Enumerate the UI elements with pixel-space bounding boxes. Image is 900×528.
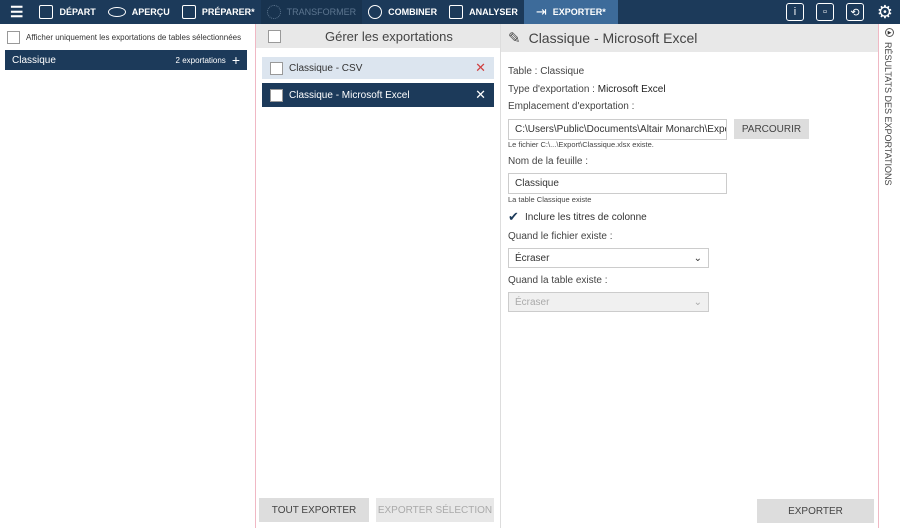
chevron-down-icon: ⌄ xyxy=(693,252,702,264)
tab-combiner[interactable]: COMBINER xyxy=(362,0,443,24)
table-label: Table : Classique xyxy=(508,66,585,77)
filter-checkbox-row[interactable]: Afficher uniquement les exportations de … xyxy=(7,31,241,44)
pencil-icon[interactable]: ✎ xyxy=(508,29,521,47)
manage-exports-panel: Gérer les exportations Classique - CSV ✕… xyxy=(256,24,501,528)
panel-title: Gérer les exportations xyxy=(325,28,453,44)
tab-transformer: TRANSFORMER xyxy=(260,0,363,24)
table-exists-select: Écraser ⌄ xyxy=(508,292,709,312)
export-arrow-icon: ⇥ xyxy=(535,4,547,19)
add-icon[interactable]: + xyxy=(232,52,240,68)
export-group-classique[interactable]: Classique 2 exportations + xyxy=(5,50,247,70)
export-settings-panel: ✎ Classique - Microsoft Excel Table : Cl… xyxy=(501,24,878,528)
export-button[interactable]: EXPORTER xyxy=(757,499,874,523)
clipboard-icon xyxy=(449,5,464,19)
include-headers-row[interactable]: ✔ Inclure les titres de colonne xyxy=(508,209,647,225)
combine-icon xyxy=(368,5,383,19)
expand-icon[interactable]: ▶ xyxy=(885,28,894,37)
cube-icon xyxy=(39,5,54,19)
menu-button[interactable]: ☰ xyxy=(0,0,33,24)
tab-depart[interactable]: DÉPART xyxy=(33,0,101,24)
type-row: Type d'exportation : Microsoft Excel xyxy=(508,84,666,95)
item-checkbox[interactable] xyxy=(270,88,283,102)
left-panel: Afficher uniquement les exportations de … xyxy=(0,24,256,528)
export-item-excel[interactable]: Classique - Microsoft Excel ✕ xyxy=(262,83,494,107)
top-nav: ☰ DÉPART APERÇU PRÉPARER* TRANSFORMER CO… xyxy=(0,0,900,24)
export-item-csv[interactable]: Classique - CSV ✕ xyxy=(262,57,494,79)
export-results-sidebar[interactable]: ▶ RÉSULTATS DES EXPORTATIONS xyxy=(878,24,900,528)
book-icon[interactable]: ⟲ xyxy=(846,3,864,21)
tab-exporter[interactable]: ⇥ EXPORTER* xyxy=(523,0,618,24)
info-icon[interactable]: i xyxy=(786,3,804,21)
window-icon[interactable]: ▫ xyxy=(816,3,834,21)
location-input[interactable]: C:\Users\Public\Documents\Altair Monarch… xyxy=(508,119,727,140)
sheet-label: Nom de la feuille : xyxy=(508,156,589,167)
file-exists-note: Le fichier C:\...\Export\Classique.xlsx … xyxy=(508,140,654,149)
transform-icon xyxy=(266,5,281,19)
sheet-name-input[interactable]: Classique xyxy=(508,173,727,194)
gear-icon[interactable]: ⚙ xyxy=(876,2,894,22)
export-title: Classique - Microsoft Excel xyxy=(528,30,698,46)
export-all-button[interactable]: TOUT EXPORTER xyxy=(259,498,369,522)
item-checkbox[interactable] xyxy=(270,61,283,75)
tab-analyser[interactable]: ANALYSER xyxy=(443,0,524,24)
filter-checkbox[interactable] xyxy=(7,31,20,44)
table-exists-label: Quand la table existe : xyxy=(508,275,608,286)
export-selection-button[interactable]: EXPORTER SÉLECTION xyxy=(376,498,494,522)
tab-apercu[interactable]: APERÇU xyxy=(102,0,176,24)
file-exists-label: Quand le fichier existe : xyxy=(508,231,613,242)
delete-icon[interactable]: ✕ xyxy=(475,60,486,76)
delete-icon[interactable]: ✕ xyxy=(475,87,486,103)
eye-icon xyxy=(107,7,126,17)
location-label: Emplacement d'exportation : xyxy=(508,101,635,112)
chevron-down-icon: ⌄ xyxy=(693,296,702,308)
checkmark-icon[interactable]: ✔ xyxy=(508,209,521,225)
table-exists-note: La table Classique existe xyxy=(508,195,592,204)
export-results-label: RÉSULTATS DES EXPORTATIONS xyxy=(883,42,893,186)
file-exists-select[interactable]: Écraser ⌄ xyxy=(508,248,709,268)
select-all-checkbox[interactable] xyxy=(268,29,281,43)
tab-preparer[interactable]: PRÉPARER* xyxy=(176,0,261,24)
browse-button[interactable]: PARCOURIR xyxy=(734,119,809,139)
table-icon xyxy=(181,5,196,19)
